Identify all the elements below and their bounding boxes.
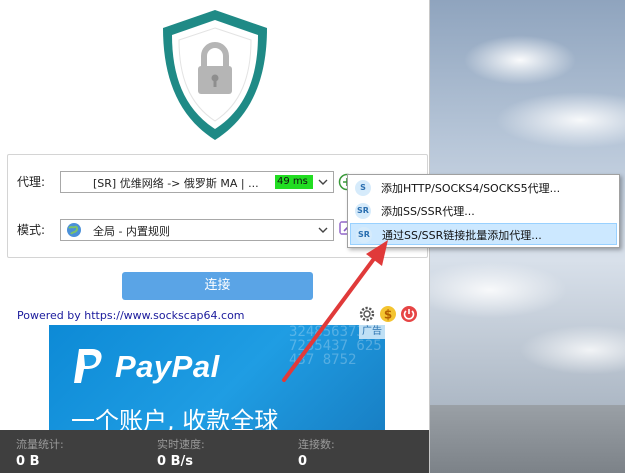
chevron-down-icon xyxy=(318,179,328,185)
proxy-label: 代理: xyxy=(17,175,46,189)
ad-slogan: 一个账户, 收款全球 xyxy=(71,407,279,433)
speed-value: 0 B/s xyxy=(157,454,193,469)
latency-badge: 49 ms xyxy=(275,175,313,189)
shield-lock-icon xyxy=(163,10,267,140)
connections-label: 连接数: xyxy=(298,438,335,451)
menu-item-label: 添加SS/SSR代理... xyxy=(381,205,475,218)
traffic-stat: 流量统计: 0 B xyxy=(16,436,64,469)
power-icon[interactable] xyxy=(400,305,418,323)
socks-icon: S xyxy=(355,180,371,196)
connections-stat: 连接数: 0 xyxy=(298,436,335,469)
menu-item-label: 添加HTTP/SOCKS4/SOCKS5代理... xyxy=(381,182,561,195)
powered-by-link[interactable]: Powered by https://www.sockscap64.com xyxy=(17,309,245,322)
connect-button[interactable]: 连接 xyxy=(122,272,313,300)
globe-icon xyxy=(67,223,81,237)
speed-label: 实时速度: xyxy=(157,438,205,451)
chevron-down-icon xyxy=(318,227,328,233)
proxy-select[interactable]: [SR] 优维网络 -> 俄罗斯 MA | ... 49 ms xyxy=(60,171,334,193)
proxy-select-value: [SR] 优维网络 -> 俄罗斯 MA | ... xyxy=(93,177,259,190)
menu-item-add-http-socks[interactable]: S 添加HTTP/SOCKS4/SOCKS5代理... xyxy=(350,177,617,199)
menu-item-label: 通过SS/SSR链接批量添加代理... xyxy=(382,229,542,242)
menu-item-add-ss-ssr[interactable]: SR 添加SS/SSR代理... xyxy=(350,200,617,222)
mode-select-value: 全局 - 内置规则 xyxy=(93,225,170,238)
ssr-icon: SR xyxy=(356,227,372,243)
mode-select[interactable]: 全局 - 内置规则 xyxy=(60,219,334,241)
paypal-brand: PayPal xyxy=(115,349,220,384)
ad-banner[interactable]: 324856373 87235437 625437 8752 PayPal 一个… xyxy=(49,325,385,433)
desktop-horizon xyxy=(430,405,625,473)
connections-value: 0 xyxy=(298,454,308,469)
speed-stat: 实时速度: 0 B/s xyxy=(157,436,205,469)
ssr-icon: SR xyxy=(355,203,371,219)
mode-label: 模式: xyxy=(17,223,46,237)
donate-dollar-icon[interactable]: $ xyxy=(379,305,397,323)
add-proxy-context-menu: S 添加HTTP/SOCKS4/SOCKS5代理... SR 添加SS/SSR代… xyxy=(347,174,620,248)
paypal-logo-icon xyxy=(74,349,102,383)
svg-text:$: $ xyxy=(384,308,392,322)
ad-decoration-digits: 324856373 87235437 625437 8752 xyxy=(289,325,382,368)
status-bar: 流量统计: 0 B 实时速度: 0 B/s 连接数: 0 xyxy=(0,430,429,473)
traffic-label: 流量统计: xyxy=(16,438,64,451)
menu-item-batch-add-ss-ssr-links[interactable]: SR 通过SS/SSR链接批量添加代理... xyxy=(350,223,617,245)
traffic-value: 0 B xyxy=(16,454,40,469)
ad-label-badge: 广告 xyxy=(359,325,385,339)
gear-icon[interactable] xyxy=(358,305,376,323)
